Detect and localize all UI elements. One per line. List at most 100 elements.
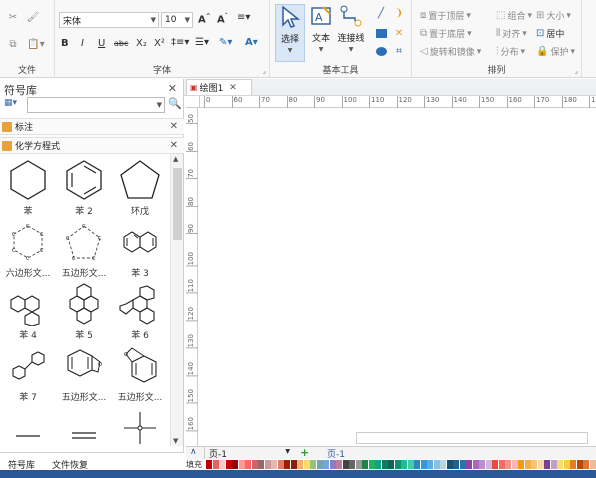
bullets-icon[interactable]: ☰▾ — [195, 37, 209, 48]
chevron-up-icon[interactable]: ∧ — [190, 447, 197, 457]
shape-line-single[interactable] — [0, 406, 56, 444]
color-swatch[interactable] — [232, 460, 238, 469]
color-swatch[interactable] — [557, 460, 563, 469]
color-swatch[interactable] — [420, 460, 427, 469]
color-swatch[interactable] — [238, 460, 245, 469]
color-swatch[interactable] — [245, 460, 251, 469]
color-swatch[interactable] — [589, 460, 596, 469]
close-icon[interactable]: ✕ — [170, 140, 178, 151]
bold-icon[interactable]: B — [61, 38, 69, 49]
shrink-font-icon[interactable]: Aˇ — [217, 13, 228, 25]
scroll-up-icon[interactable]: ▲ — [173, 155, 178, 163]
color-swatch[interactable] — [316, 460, 323, 469]
select-tool-button[interactable]: 选择 ▼ — [275, 4, 305, 62]
cross-tool-icon[interactable]: ✕ — [392, 26, 406, 40]
color-swatch[interactable] — [342, 460, 349, 469]
shape-benzene-4[interactable]: 苯 4 — [0, 282, 56, 342]
color-swatch[interactable] — [433, 460, 440, 469]
highlight-icon[interactable]: ✎▾ — [219, 37, 232, 48]
rectangle-tool-icon[interactable] — [374, 26, 388, 40]
color-swatch[interactable] — [407, 460, 414, 469]
color-swatch[interactable] — [511, 460, 518, 469]
color-swatch[interactable] — [563, 460, 570, 469]
color-swatch[interactable] — [401, 460, 407, 469]
line-spacing-icon[interactable]: ‡≡▾ — [171, 37, 189, 48]
add-page-icon[interactable]: + — [300, 446, 309, 459]
close-icon[interactable]: ✕ — [229, 83, 237, 93]
font-color-icon[interactable]: A▾ — [245, 37, 258, 48]
color-swatch[interactable] — [414, 460, 420, 469]
horizontal-scrollbar[interactable] — [356, 432, 588, 444]
color-swatch[interactable] — [264, 460, 271, 469]
align-icon[interactable]: ≡▾ — [237, 12, 250, 23]
shape-benzene-3[interactable]: 苯 3 — [112, 220, 168, 280]
italic-icon[interactable]: I — [81, 38, 84, 49]
protect-button[interactable]: 🔒 保护 ▾ — [536, 45, 575, 58]
color-swatch[interactable] — [329, 460, 336, 469]
color-swatch[interactable] — [336, 460, 342, 469]
library-icon[interactable]: ▦▾ — [4, 98, 24, 112]
group-button[interactable]: ⬚ 组合 ▾ — [496, 9, 532, 22]
distribute-button[interactable]: ⫶ 分布 ▾ — [496, 45, 525, 58]
color-swatch[interactable] — [388, 460, 394, 469]
color-swatch[interactable] — [492, 460, 498, 469]
color-swatch[interactable] — [485, 460, 492, 469]
color-swatch[interactable] — [453, 460, 459, 469]
cut-icon[interactable]: ✂ — [6, 10, 20, 24]
color-swatch[interactable] — [212, 460, 219, 469]
underline-icon[interactable]: U — [98, 38, 105, 49]
color-swatch[interactable] — [303, 460, 310, 469]
subscript-icon[interactable]: X₂ — [136, 38, 147, 49]
color-swatch[interactable] — [531, 460, 537, 469]
color-swatch[interactable] — [440, 460, 446, 469]
color-swatch[interactable] — [576, 460, 583, 469]
color-swatch[interactable] — [349, 460, 355, 469]
bring-front-button[interactable]: ⧈ 置于顶层 ▾ — [420, 9, 471, 22]
rotate-mirror-button[interactable]: ◁ 旋转和镜像 ▾ — [420, 45, 481, 58]
color-swatch[interactable] — [498, 460, 505, 469]
category-annotation[interactable]: 标注 ✕ — [0, 118, 184, 135]
strikethrough-icon[interactable]: abc — [114, 39, 128, 48]
shape-benzene-7[interactable]: 苯 7 — [0, 344, 56, 404]
color-swatch[interactable] — [505, 460, 511, 469]
color-swatch[interactable] — [375, 460, 381, 469]
category-chemistry[interactable]: 化学方程式 ✕ — [0, 137, 184, 154]
color-swatch[interactable] — [258, 460, 264, 469]
color-swatch[interactable] — [206, 460, 212, 469]
shape-pentagon-text-3[interactable]: O 五边形文... — [112, 344, 168, 404]
color-swatch[interactable] — [290, 460, 297, 469]
color-swatch[interactable] — [479, 460, 485, 469]
color-swatch[interactable] — [544, 460, 550, 469]
color-swatch[interactable] — [466, 460, 472, 469]
shape-cross[interactable] — [112, 406, 168, 444]
color-swatch[interactable] — [394, 460, 401, 469]
font-name-select[interactable]: 宋体 ▼ — [59, 12, 159, 28]
curve-tool-icon[interactable]: ❩ — [392, 6, 406, 20]
shape-line-double[interactable] — [56, 406, 112, 444]
color-swatch[interactable] — [570, 460, 576, 469]
shape-cyclopentane[interactable]: 环戊 — [112, 158, 168, 218]
grow-font-icon[interactable]: A^ — [198, 13, 211, 25]
crop-tool-icon[interactable]: ⌗ — [392, 44, 406, 58]
superscript-icon[interactable]: X² — [154, 38, 165, 49]
shape-list-scrollbar[interactable]: ▲ ▼ — [170, 154, 183, 446]
color-swatch[interactable] — [427, 460, 433, 469]
library-search-input[interactable]: ▼ — [27, 97, 165, 113]
copy-icon[interactable]: ⧉ — [6, 37, 20, 51]
shape-benzene-2[interactable]: 苯 2 — [56, 158, 112, 218]
line-tool-icon[interactable]: ╱ — [374, 6, 388, 20]
shape-pentagon-text-2[interactable]: O 五边形文... — [56, 344, 112, 404]
shape-pentagon-text[interactable]: C C C C C 五边形文... — [56, 220, 112, 280]
scrollbar-thumb[interactable] — [173, 168, 182, 240]
scroll-down-icon[interactable]: ▼ — [173, 437, 178, 445]
shape-hexagon-text[interactable]: C C C C C C 六边形文... — [0, 220, 56, 280]
close-icon[interactable]: ✕ — [168, 82, 177, 95]
color-swatch[interactable] — [277, 460, 284, 469]
color-swatch[interactable] — [251, 460, 258, 469]
arrange-dialog-launcher-icon[interactable]: ⌟ — [575, 67, 578, 75]
search-icon[interactable]: 🔍 — [168, 97, 182, 110]
color-swatch[interactable] — [459, 460, 466, 469]
center-button[interactable]: ⊡ 居中 — [536, 27, 564, 40]
send-back-button[interactable]: ⧉ 置于底层 ▾ — [420, 27, 472, 40]
color-swatch[interactable] — [271, 460, 277, 469]
